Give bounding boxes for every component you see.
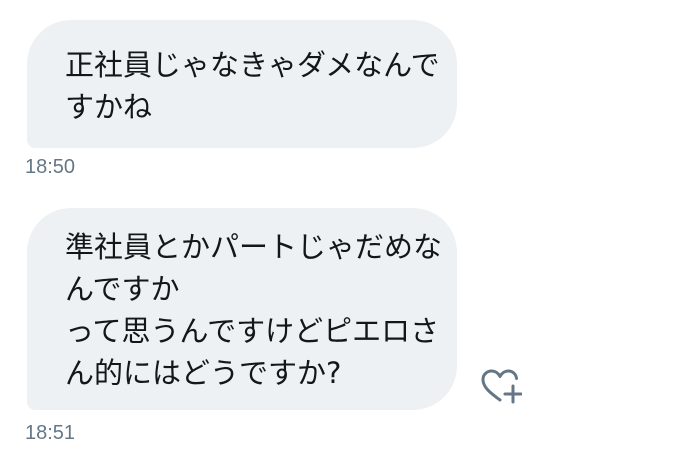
- message-bubble[interactable]: 正社員じゃなきゃダメなんで すかね: [27, 20, 457, 148]
- message-text-line: って思うんですけどピエロさ: [65, 314, 440, 348]
- message-text-line: 正社員じゃなきゃダメなんで: [65, 48, 440, 82]
- message-thread: 正社員じゃなきゃダメなんで すかね 18:50 準社員とかパートじゃだめな んで…: [0, 0, 680, 468]
- like-message-button[interactable]: [478, 366, 522, 406]
- message-text-line: ん的にはどうですか?: [65, 356, 342, 390]
- message-text-line: 準社員とかパートじゃだめな: [65, 230, 443, 264]
- message-timestamp: 18:50: [25, 156, 76, 178]
- message-timestamp: 18:51: [25, 422, 76, 444]
- message-text-line: んですか: [65, 272, 180, 306]
- message-bubble[interactable]: 準社員とかパートじゃだめな んですか って思うんですけどピエロさ ん的にはどうで…: [27, 208, 457, 410]
- message-text-line: すかね: [65, 90, 153, 124]
- heart-plus-icon: [481, 369, 522, 404]
